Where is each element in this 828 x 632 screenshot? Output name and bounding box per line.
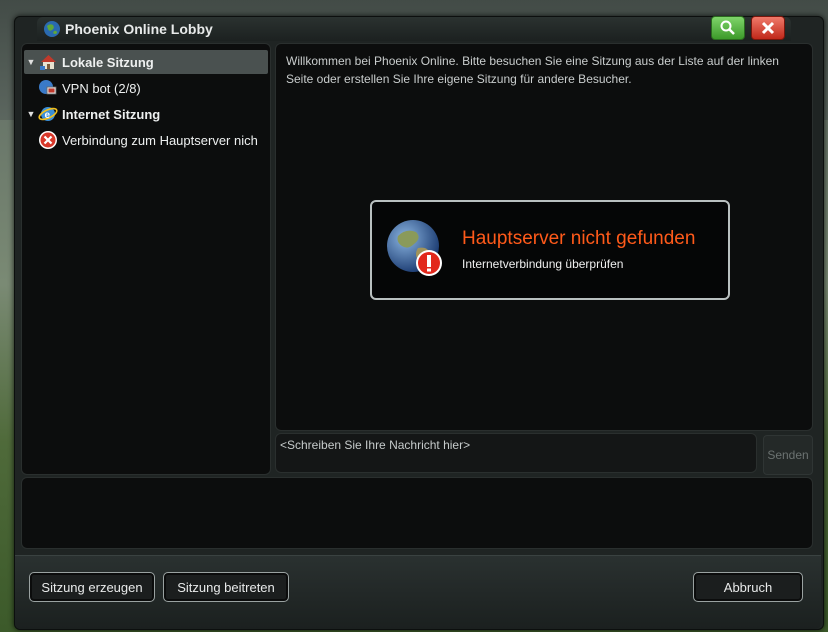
message-input[interactable]: <Schreiben Sie Ihre Nachricht hier>: [275, 433, 757, 473]
chat-area[interactable]: Willkommen bei Phoenix Online. Bitte bes…: [275, 43, 813, 431]
tree-item-label: Lokale Sitzung: [62, 54, 154, 70]
session-tree: ▼ Lokale Sitzung VPN bot (2/8) ▼ e Inter…: [21, 43, 271, 475]
cancel-button[interactable]: Abbruch: [693, 572, 803, 602]
tree-item-server-error[interactable]: Verbindung zum Hauptserver nich: [24, 128, 268, 152]
button-bar: Sitzung erzeugen Sitzung beitreten Abbru…: [15, 555, 821, 629]
globe-warning-icon: [384, 218, 446, 280]
network-computer-icon: [38, 78, 58, 98]
svg-text:e: e: [45, 110, 51, 121]
internet-explorer-globe-icon: e: [38, 104, 58, 124]
alert-subtitle: Internetverbindung überprüfen: [462, 257, 624, 271]
window-title: Phoenix Online Lobby: [65, 21, 213, 37]
close-button[interactable]: [751, 16, 785, 40]
join-session-button[interactable]: Sitzung beitreten: [163, 572, 289, 602]
alert-title: Hauptserver nicht gefunden: [462, 228, 696, 249]
server-not-found-alert: Hauptserver nicht gefunden Internetverbi…: [370, 200, 730, 300]
title-bar[interactable]: Phoenix Online Lobby: [37, 17, 791, 41]
welcome-message: Willkommen bei Phoenix Online. Bitte bes…: [286, 54, 779, 86]
tree-item-label: Internet Sitzung: [62, 106, 161, 122]
error-x-icon: [38, 130, 58, 150]
tree-item-internet-session[interactable]: ▼ e Internet Sitzung: [24, 102, 268, 126]
close-icon: [761, 21, 775, 35]
tree-item-label: Verbindung zum Hauptserver nich: [62, 132, 258, 148]
globe-app-icon: [43, 20, 61, 38]
expand-arrow-icon[interactable]: ▼: [24, 109, 38, 119]
send-button[interactable]: Senden: [763, 435, 813, 475]
create-session-button[interactable]: Sitzung erzeugen: [29, 572, 155, 602]
info-panel: [21, 477, 813, 549]
tree-item-vpn-bot[interactable]: VPN bot (2/8): [24, 76, 268, 100]
tree-item-local-session[interactable]: ▼ Lokale Sitzung: [24, 50, 268, 74]
house-network-icon: [38, 52, 58, 72]
search-icon: [720, 20, 735, 35]
search-button[interactable]: [711, 16, 745, 40]
tree-item-label: VPN bot (2/8): [62, 80, 141, 96]
expand-arrow-icon[interactable]: ▼: [24, 57, 38, 67]
lobby-window: Phoenix Online Lobby ▼ Lokale Sitzung VP…: [14, 16, 824, 630]
